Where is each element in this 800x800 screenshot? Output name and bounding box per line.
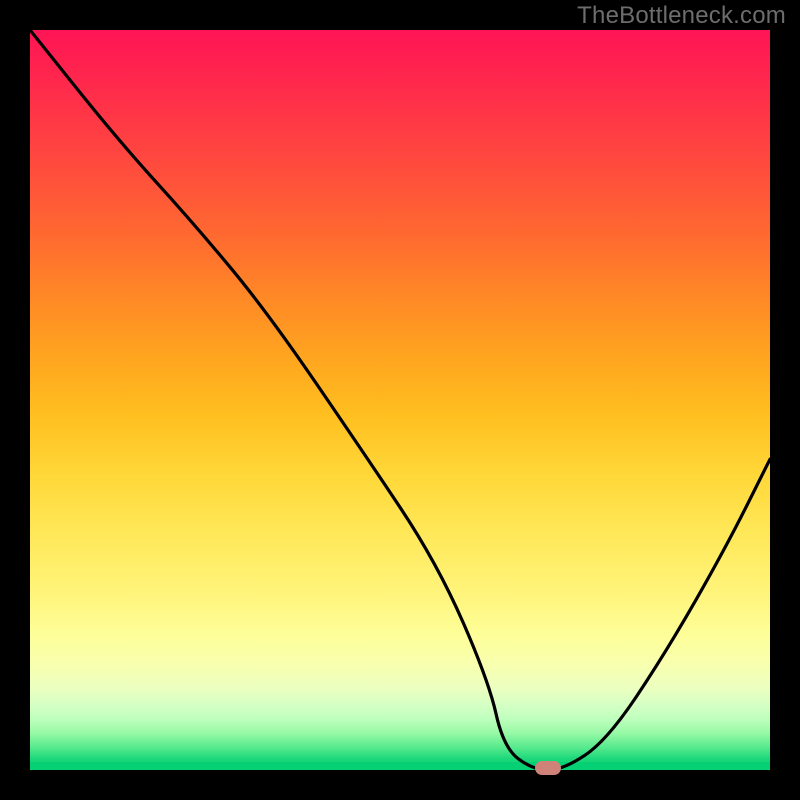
watermark-text: TheBottleneck.com <box>577 2 786 30</box>
optimal-marker <box>535 761 561 775</box>
bottleneck-curve-path <box>30 30 770 770</box>
curve-svg <box>30 30 770 770</box>
plot-area <box>30 30 770 770</box>
chart-frame: TheBottleneck.com <box>0 0 800 800</box>
